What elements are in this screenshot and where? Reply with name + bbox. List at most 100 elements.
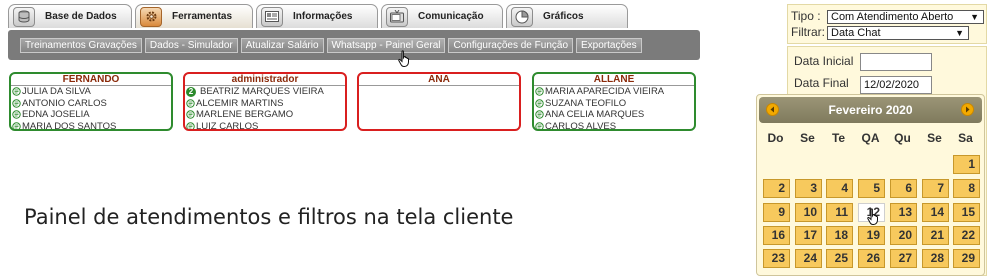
calendar-day[interactable]: 17	[795, 226, 822, 245]
tv-icon	[386, 6, 408, 27]
calendar-day[interactable]: 11	[826, 203, 853, 222]
chat-icon	[535, 99, 544, 108]
calendar-day[interactable]: 24	[795, 249, 822, 268]
hand-cursor-icon	[397, 50, 413, 73]
calendar-day[interactable]: 9	[763, 203, 790, 222]
calendar-day[interactable]: 27	[890, 249, 917, 268]
calendar-day[interactable]: 23	[763, 249, 790, 268]
client-item[interactable]: ALCEMIR MARTINS	[186, 98, 345, 110]
client-item[interactable]: MARLENE BERGAMO	[186, 109, 345, 121]
calendar-day[interactable]: 16	[763, 226, 790, 245]
client-list: 2 BEATRIZ MARQUES VIEIRA ALCEMIR MARTINS …	[185, 86, 345, 129]
submenu-treinamentos-gravacoes[interactable]: Treinamentos Gravações	[20, 38, 142, 53]
next-month-button[interactable]	[961, 103, 974, 116]
tab-comunicacao[interactable]: Comunicação	[381, 4, 503, 28]
chat-icon	[12, 99, 21, 108]
tab-label: Comunicação	[418, 11, 484, 22]
agent-card-administrador[interactable]: administrador 2 BEATRIZ MARQUES VIEIRA AL…	[183, 72, 347, 131]
dropdown-arrow-icon: ▼	[955, 28, 964, 38]
tab-label: Ferramentas	[172, 11, 233, 22]
agent-name: ALLANE	[534, 74, 694, 86]
prev-month-button[interactable]	[766, 103, 779, 116]
weekday-header: QA	[861, 131, 880, 145]
client-item[interactable]: SUZANA TEOFILO	[535, 98, 694, 110]
chat-icon	[535, 122, 544, 129]
tab-graficos[interactable]: Gráficos	[506, 4, 628, 28]
calendar-day[interactable]: 29	[953, 249, 980, 268]
submenu-dados-simulador[interactable]: Dados - Simulador	[144, 38, 238, 53]
weekday-header: Do	[767, 131, 784, 145]
date-picker-calendar: Fevereiro 2020 Do Se Te QA Qu Se Sa 1 2 3 4 5 6 7 8 9 10…	[756, 94, 985, 276]
screen: Base de Dados Ferramentas Informações Co…	[0, 0, 1000, 276]
client-list: MARIA APARECIDA VIEIRA SUZANA TEOFILO AN…	[534, 86, 694, 129]
data-inicial-input[interactable]	[860, 53, 932, 71]
client-item[interactable]: 2 BEATRIZ MARQUES VIEIRA	[186, 86, 345, 98]
chat-icon	[186, 99, 195, 108]
gear-icon	[140, 6, 162, 27]
client-item[interactable]: CARLOS ALVES	[535, 121, 694, 129]
calendar-day[interactable]: 21	[922, 226, 949, 245]
agent-name: ANA	[359, 74, 519, 86]
calendar-day[interactable]: 20	[890, 226, 917, 245]
info-panel-icon	[261, 6, 283, 27]
submenu-configuracoes-de-funcao[interactable]: Configurações de Função	[448, 38, 574, 53]
client-item[interactable]: MARIA APARECIDA VIEIRA	[535, 86, 694, 98]
submenu-atualizar-salario[interactable]: Atualizar Salário	[240, 38, 324, 53]
calendar-day[interactable]: 18	[826, 226, 853, 245]
hand-cursor-icon	[866, 208, 882, 231]
calendar-day[interactable]: 15	[953, 203, 980, 222]
calendar-day[interactable]: 22	[953, 226, 980, 245]
calendar-day[interactable]: 3	[795, 179, 822, 198]
submenu-whatsapp-painel-geral[interactable]: Whatsapp - Painel Geral	[326, 38, 446, 53]
agent-name: FERNANDO	[11, 74, 171, 86]
tab-label: Gráficos	[543, 11, 584, 22]
agent-card-ana[interactable]: ANA	[357, 72, 521, 131]
chevron-left-icon	[770, 106, 774, 113]
data-final-input[interactable]: 12/02/2020	[860, 76, 932, 94]
tab-base-de-dados[interactable]: Base de Dados	[8, 4, 132, 28]
agent-card-allane[interactable]: ALLANE MARIA APARECIDA VIEIRA SUZANA TEO…	[532, 72, 696, 131]
calendar-month-label: Fevereiro 2020	[828, 103, 913, 117]
client-item[interactable]: LUIZ CARLOS	[186, 121, 345, 129]
calendar-day[interactable]: 14	[922, 203, 949, 222]
calendar-day[interactable]: 6	[890, 179, 917, 198]
chat-icon	[535, 110, 544, 119]
calendar-day[interactable]: 26	[858, 249, 885, 268]
client-item[interactable]: ANA CELIA MARQUES	[535, 109, 694, 121]
calendar-day[interactable]: 25	[826, 249, 853, 268]
weekday-header: Sa	[958, 131, 973, 145]
submenu-exportacoes[interactable]: Exportações	[576, 38, 642, 53]
weekday-header: Se	[800, 131, 815, 145]
main-tab-bar: Base de Dados Ferramentas Informações Co…	[8, 4, 628, 28]
agent-name: administrador	[185, 74, 345, 86]
weekday-header: Qu	[894, 131, 911, 145]
data-final-label: Data Final	[794, 76, 849, 90]
calendar-day[interactable]: 10	[795, 203, 822, 222]
calendar-day[interactable]: 8	[953, 179, 980, 198]
weekday-header: Se	[927, 131, 942, 145]
client-item[interactable]: MARIA DOS SANTOS	[12, 121, 171, 129]
calendar-day[interactable]: 13	[890, 203, 917, 222]
tab-ferramentas[interactable]: Ferramentas	[135, 4, 253, 28]
tipo-label: Tipo :	[791, 9, 821, 23]
calendar-day[interactable]: 5	[858, 179, 885, 198]
tab-informacoes[interactable]: Informações	[256, 4, 378, 28]
data-inicial-label: Data Inicial	[794, 54, 854, 68]
calendar-day[interactable]: 7	[922, 179, 949, 198]
client-item[interactable]: EDNA JOSELIA	[12, 109, 171, 121]
client-item[interactable]: JULIA DA SILVA	[12, 86, 171, 98]
chat-icon	[12, 122, 21, 129]
calendar-day[interactable]: 28	[922, 249, 949, 268]
filtrar-label: Filtrar:	[791, 25, 825, 39]
calendar-day[interactable]: 2	[763, 179, 790, 198]
database-icon	[13, 6, 35, 27]
agent-card-fernando[interactable]: FERNANDO JULIA DA SILVA ANTONIO CARLOS E…	[9, 72, 173, 131]
calendar-day[interactable]: 4	[826, 179, 853, 198]
chevron-right-icon	[966, 106, 970, 113]
calendar-day[interactable]: 1	[953, 155, 980, 174]
client-item[interactable]: ANTONIO CARLOS	[12, 98, 171, 110]
chat-icon	[12, 87, 21, 96]
tipo-select[interactable]: Com Atendimento Aberto ▼	[827, 10, 984, 24]
filtrar-select[interactable]: Data Chat ▼	[827, 26, 969, 40]
pie-chart-icon	[511, 6, 533, 27]
